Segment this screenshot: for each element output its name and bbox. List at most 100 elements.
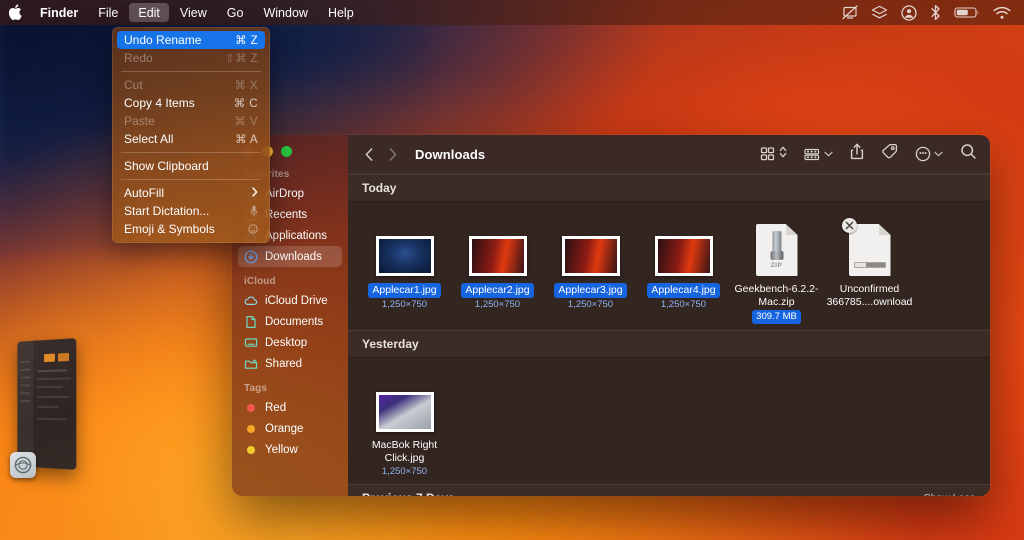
apple-logo-icon[interactable] xyxy=(0,0,30,25)
menu-item-shortcut: ⌘ Z xyxy=(235,33,258,47)
documents-icon xyxy=(244,315,258,329)
display-muted-icon[interactable] xyxy=(842,5,858,20)
nav-buttons[interactable] xyxy=(360,143,402,165)
sidebar-item-documents[interactable]: Documents xyxy=(238,311,342,332)
group-by-icon[interactable] xyxy=(804,147,833,162)
image-thumbnail xyxy=(655,236,713,276)
sidebar-item-label: Recents xyxy=(265,209,307,221)
menu-item-cut: Cut⌘ X xyxy=(117,76,265,94)
file-grid: Applecar1.jpg1,250×750Applecar2.jpg1,250… xyxy=(348,202,990,330)
wifi-icon[interactable] xyxy=(993,6,1011,20)
zoom-button[interactable] xyxy=(281,146,292,157)
menu-item-select-all[interactable]: Select All⌘ A xyxy=(117,130,265,148)
sidebar-item-desktop[interactable]: Desktop xyxy=(238,332,342,353)
edit-dropdown-menu[interactable]: Undo Rename⌘ ZRedo⇧⌘ ZCut⌘ XCopy 4 Items… xyxy=(112,27,270,243)
file-item[interactable]: MacBok Right Click.jpg1,250×750 xyxy=(358,370,451,478)
sidebar-item-orange[interactable]: Orange xyxy=(238,418,342,439)
stacks-icon[interactable] xyxy=(871,5,888,20)
file-item[interactable]: Applecar4.jpg1,250×750 xyxy=(637,214,730,324)
sidebar-item-yellow[interactable]: Yellow xyxy=(238,439,342,460)
menu-window[interactable]: Window xyxy=(254,3,316,22)
bluetooth-icon[interactable] xyxy=(930,4,941,21)
share-icon[interactable] xyxy=(850,143,864,165)
file-browser-area[interactable]: TodayApplecar1.jpg1,250×750Applecar2.jpg… xyxy=(348,174,990,496)
menu-item-paste: Paste⌘ V xyxy=(117,112,265,130)
sidebar-item-red[interactable]: Red xyxy=(238,397,342,418)
menu-item-label: Select All xyxy=(124,132,235,146)
image-thumbnail xyxy=(376,392,434,432)
thumbnail-folder-icon xyxy=(44,354,55,363)
grid-view-icon[interactable] xyxy=(760,145,787,164)
thumbnail-line xyxy=(20,392,30,394)
menu-help[interactable]: Help xyxy=(319,3,363,22)
control-center-icon[interactable] xyxy=(901,5,917,21)
sidebar-item-downloads[interactable]: Downloads xyxy=(238,246,342,267)
thumbnail-sidebar xyxy=(17,341,33,467)
file-name: Geekbench-6.2.2-Mac.zip xyxy=(733,283,821,309)
show-less-button[interactable]: Show Less xyxy=(924,492,975,496)
menu-item-copy-4-items[interactable]: Copy 4 Items⌘ C xyxy=(117,94,265,112)
sidebar-item-label: Yellow xyxy=(265,444,298,456)
section-header: Yesterday xyxy=(348,330,990,358)
desktop-window-thumbnail[interactable] xyxy=(8,340,80,480)
file-item[interactable]: Applecar2.jpg1,250×750 xyxy=(451,214,544,324)
image-thumbnail xyxy=(562,236,620,276)
tag-icon[interactable] xyxy=(881,143,898,165)
file-meta: 309.7 MB xyxy=(752,310,801,324)
file-name: Applecar2.jpg xyxy=(461,283,533,298)
chevron-left-icon[interactable] xyxy=(360,143,378,165)
desktop-icon xyxy=(244,336,258,350)
app-icon[interactable] xyxy=(10,452,36,478)
file-thumbnail xyxy=(469,214,527,276)
file-item[interactable]: ZIP Geekbench-6.2.2-Mac.zip309.7 MB xyxy=(730,214,823,324)
cancel-download-icon[interactable] xyxy=(842,218,857,233)
menu-item-label: Show Clipboard xyxy=(124,159,258,173)
menu-separator xyxy=(121,179,261,180)
menu-file[interactable]: File xyxy=(89,3,127,22)
menu-item-undo-rename[interactable]: Undo Rename⌘ Z xyxy=(117,31,265,49)
search-icon[interactable] xyxy=(960,143,977,165)
thumbnail-folder-icon xyxy=(58,353,69,362)
menu-item-label: AutoFill xyxy=(124,186,252,200)
menu-item-label: Undo Rename xyxy=(124,33,235,47)
file-item[interactable]: Unconfirmed 366785....ownload xyxy=(823,214,916,324)
thumbnail-window xyxy=(17,338,76,470)
file-item[interactable]: Applecar1.jpg1,250×750 xyxy=(358,214,451,324)
window-title: Downloads xyxy=(415,147,485,162)
menu-item-redo: Redo⇧⌘ Z xyxy=(117,49,265,67)
thumbnail-line xyxy=(20,369,30,371)
icloud-drive-icon xyxy=(244,294,258,308)
more-ellipsis-icon[interactable] xyxy=(915,146,943,162)
zip-label: ZIP xyxy=(756,262,798,269)
menu-item-autofill[interactable]: AutoFill xyxy=(117,184,265,202)
menu-finder[interactable]: Finder xyxy=(31,3,87,22)
image-thumbnail xyxy=(376,236,434,276)
chevron-right-icon[interactable] xyxy=(384,143,402,165)
finder-window[interactable]: FavoritesAirDropRecentsApplicationsDownl… xyxy=(232,135,990,496)
menu-item-show-clipboard[interactable]: Show Clipboard xyxy=(117,157,265,175)
thumbnail-line xyxy=(37,386,63,388)
menu-item-shortcut: ⌘ C xyxy=(234,96,258,110)
file-name-text: Applecar3.jpg xyxy=(554,283,626,298)
sidebar-item-label: AirDrop xyxy=(265,188,304,200)
menu-item-emoji-symbols[interactable]: Emoji & Symbols xyxy=(117,220,265,238)
thumbnail-line xyxy=(20,384,30,386)
menu-edit[interactable]: Edit xyxy=(129,3,169,22)
menu-item-start-dictation[interactable]: Start Dictation... xyxy=(117,202,265,220)
sidebar-item-label: Red xyxy=(265,402,286,414)
file-thumbnail xyxy=(562,214,620,276)
sidebar-item-shared[interactable]: Shared xyxy=(238,353,342,374)
battery-icon[interactable] xyxy=(954,6,980,19)
sidebar-item-label: iCloud Drive xyxy=(265,295,328,307)
file-item[interactable]: Applecar3.jpg1,250×750 xyxy=(544,214,637,324)
file-meta: 1,250×750 xyxy=(661,299,706,311)
sidebar-item-icloud-drive[interactable]: iCloud Drive xyxy=(238,290,342,311)
chevron-down-icon[interactable] xyxy=(824,150,833,159)
sidebar-item-label: Orange xyxy=(265,423,303,435)
menu-view[interactable]: View xyxy=(171,3,216,22)
file-thumbnail: ZIP xyxy=(756,214,798,276)
status-icons xyxy=(842,4,1024,21)
menu-go[interactable]: Go xyxy=(218,3,253,22)
updown-chevron-icon[interactable] xyxy=(779,145,787,164)
chevron-down-icon[interactable] xyxy=(934,150,943,159)
